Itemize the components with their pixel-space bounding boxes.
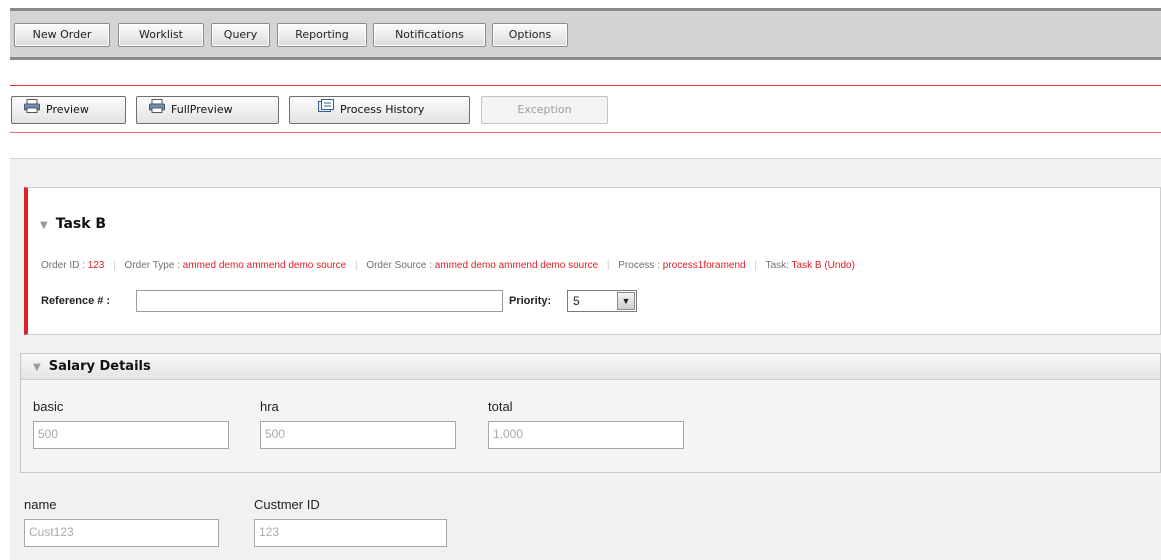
salary-details-title: ▼ Salary Details (33, 359, 151, 374)
collapse-arrow-icon: ▼ (33, 362, 41, 373)
nav-worklist[interactable]: Worklist (118, 23, 204, 47)
task-label: Task: (765, 260, 789, 271)
nav-query[interactable]: Query (211, 23, 270, 47)
task-title[interactable]: ▼ Task B (40, 216, 106, 232)
order-info-line: Order ID : 123 | Order Type : ammed demo… (41, 260, 855, 271)
reference-label: Reference # : (41, 295, 111, 307)
preview-button-label: Preview (46, 103, 89, 116)
separator: | (113, 260, 116, 271)
nav-reporting[interactable]: Reporting (277, 23, 367, 47)
process-history-button[interactable]: Process History (289, 96, 470, 124)
process-value: process1foramend (662, 260, 746, 271)
chevron-down-icon[interactable]: ▼ (617, 292, 635, 310)
task-title-label: Task B (55, 216, 107, 232)
divider-line (10, 132, 1161, 133)
salary-details-panel: ▼ Salary Details basic 500 hra 500 total … (20, 353, 1161, 473)
printer-icon (24, 97, 40, 123)
task-value: Task B (791, 260, 822, 271)
printer-icon (149, 97, 165, 123)
top-navigation-bar: New Order Worklist Query Reporting Notif… (10, 8, 1161, 60)
priority-select[interactable]: 5 ▼ (567, 290, 637, 312)
total-field[interactable]: 1,000 (488, 421, 684, 449)
priority-value: 5 (573, 294, 580, 308)
order-id-label: Order ID : (41, 260, 85, 271)
process-label: Process : (618, 260, 660, 271)
name-field[interactable]: Cust123 (24, 519, 219, 547)
order-type-value: ammed demo ammend demo source (182, 260, 347, 271)
nav-notifications[interactable]: Notifications (373, 23, 486, 47)
basic-field[interactable]: 500 (33, 421, 229, 449)
preview-button[interactable]: Preview (11, 96, 126, 124)
collapse-arrow-icon: ▼ (40, 220, 48, 231)
order-source-label: Order Source : (366, 260, 432, 271)
customer-id-label: Custmer ID (254, 497, 320, 512)
separator: | (354, 260, 358, 271)
hra-label: hra (260, 399, 279, 414)
nav-new-order[interactable]: New Order (14, 23, 110, 47)
process-history-icon (318, 97, 334, 123)
full-preview-button[interactable]: FullPreview (136, 96, 279, 124)
nav-options[interactable]: Options (492, 23, 568, 47)
name-label: name (24, 497, 57, 512)
divider-line (10, 85, 1161, 86)
reference-input[interactable] (136, 290, 503, 312)
undo-link[interactable]: (Undo) (824, 260, 855, 271)
process-history-button-label: Process History (340, 103, 425, 116)
task-panel: ▼ Task B Order ID : 123 | Order Type : am… (24, 187, 1161, 335)
order-type-label: Order Type : (124, 260, 180, 271)
hra-field[interactable]: 500 (260, 421, 456, 449)
order-source-value: ammed demo ammend demo source (434, 260, 599, 271)
total-label: total (488, 399, 513, 414)
separator: | (606, 260, 610, 271)
separator: | (754, 260, 757, 271)
customer-id-field[interactable]: 123 (254, 519, 447, 547)
salary-details-header[interactable]: ▼ Salary Details (21, 354, 1160, 380)
exception-button[interactable]: Exception (481, 96, 608, 124)
salary-details-title-label: Salary Details (48, 359, 151, 374)
basic-label: basic (33, 399, 64, 414)
main-content: ▼ Task B Order ID : 123 | Order Type : am… (10, 158, 1161, 560)
full-preview-button-label: FullPreview (171, 103, 233, 116)
priority-label: Priority: (509, 295, 552, 307)
order-id-value: 123 (87, 260, 105, 271)
